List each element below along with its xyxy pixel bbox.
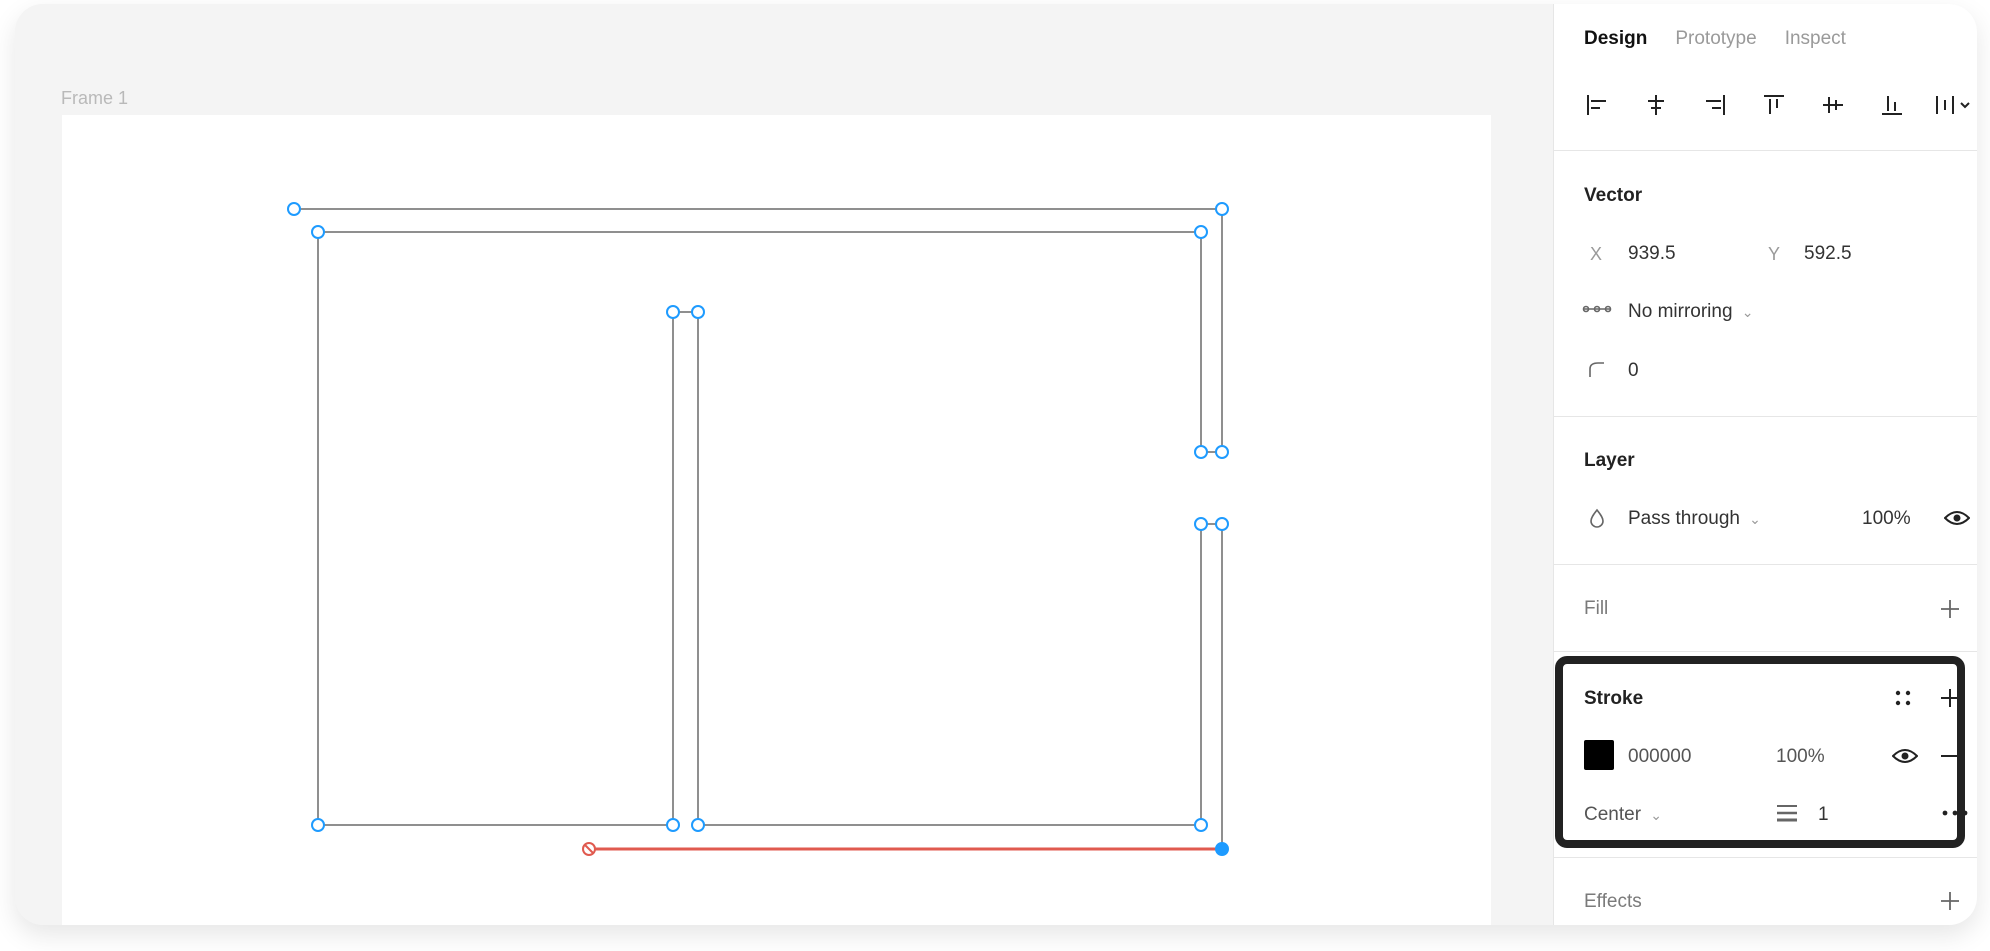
divider <box>1554 857 1977 858</box>
divider <box>1554 150 1977 151</box>
corner-radius-input[interactable]: 0 <box>1628 360 1639 382</box>
mirroring-icon <box>1582 294 1612 324</box>
alignment-toolbar <box>1580 88 1974 122</box>
vector-section-title: Vector <box>1584 185 1643 206</box>
add-effect-button[interactable] <box>1939 890 1961 912</box>
y-label: Y <box>1768 244 1781 264</box>
chevron-down-icon: ⌄ <box>1745 511 1761 527</box>
align-bottom-icon[interactable] <box>1875 88 1909 122</box>
vertex-handle[interactable] <box>287 202 301 216</box>
align-top-icon[interactable] <box>1757 88 1791 122</box>
vertex-handle[interactable] <box>666 305 680 319</box>
divider <box>1554 651 1977 652</box>
x-input[interactable]: 939.5 <box>1628 243 1676 265</box>
align-left-icon[interactable] <box>1580 88 1614 122</box>
tab-design[interactable]: Design <box>1584 28 1647 50</box>
align-horizontal-center-icon[interactable] <box>1639 88 1673 122</box>
chevron-down-icon: ⌄ <box>1737 304 1754 320</box>
vertex-handle[interactable] <box>691 818 705 832</box>
mirroring-value: No mirroring <box>1628 301 1733 322</box>
align-right-icon[interactable] <box>1698 88 1732 122</box>
canvas[interactable]: Frame 1 <box>15 4 1553 925</box>
visibility-eye-icon[interactable] <box>1942 505 1972 531</box>
vertex-handle[interactable] <box>1194 517 1208 531</box>
layer-opacity-input[interactable]: 100% <box>1862 508 1911 530</box>
vertex-handle[interactable] <box>666 818 680 832</box>
blend-mode-value: Pass through <box>1628 508 1740 529</box>
vertex-handle[interactable] <box>691 305 705 319</box>
blend-mode-dropdown[interactable]: Pass through ⌄ <box>1628 508 1761 530</box>
app-window: Frame 1 Design Prototype Inspect Vector … <box>15 4 1977 925</box>
vector-outer-top[interactable] <box>294 208 1223 452</box>
vector-path[interactable] <box>15 4 1553 925</box>
mirroring-dropdown[interactable]: No mirroring ⌄ <box>1628 301 1753 323</box>
stroke-visibility-eye-icon[interactable] <box>1890 743 1920 769</box>
blend-mode-icon <box>1586 507 1608 529</box>
vertex-handle[interactable] <box>1215 517 1229 531</box>
distribute-icon[interactable] <box>1934 88 1974 122</box>
divider <box>1554 564 1977 565</box>
selected-vertex-handle[interactable] <box>1215 842 1229 856</box>
x-label: X <box>1590 244 1603 264</box>
vertex-handle[interactable] <box>311 225 325 239</box>
vector-inner-shape[interactable] <box>317 231 1202 826</box>
properties-panel: Design Prototype Inspect Vector X 939.5 … <box>1553 4 1977 925</box>
layer-section-title: Layer <box>1584 450 1635 471</box>
stroke-color-input[interactable]: 000000 <box>1628 746 1691 768</box>
vertex-handle[interactable] <box>1194 818 1208 832</box>
stroke-weight-input[interactable]: 1 <box>1818 804 1829 826</box>
tab-prototype[interactable]: Prototype <box>1675 28 1756 50</box>
effects-section-title: Effects <box>1584 891 1642 912</box>
stroke-position-dropdown[interactable]: Center ⌄ <box>1584 804 1662 826</box>
vertex-handle[interactable] <box>1194 225 1208 239</box>
stroke-section-title: Stroke <box>1584 688 1644 709</box>
stroke-opacity-input[interactable]: 100% <box>1776 746 1825 768</box>
divider <box>1554 416 1977 417</box>
vector-inner-shape-right[interactable] <box>697 312 1202 826</box>
vertex-handle[interactable] <box>311 818 325 832</box>
add-fill-button[interactable] <box>1939 598 1961 620</box>
y-input[interactable]: 592.5 <box>1804 243 1852 265</box>
tab-inspect[interactable]: Inspect <box>1785 28 1846 50</box>
remove-stroke-button[interactable] <box>1939 745 1961 767</box>
corner-radius-icon <box>1584 357 1608 381</box>
more-options-icon[interactable] <box>1940 802 1970 824</box>
fill-section-title: Fill <box>1584 598 1609 619</box>
align-vertical-center-icon[interactable] <box>1816 88 1850 122</box>
vertex-handle[interactable] <box>1194 445 1208 459</box>
vertex-handle[interactable] <box>1215 445 1229 459</box>
style-grid-icon[interactable] <box>1890 685 1916 711</box>
stroke-weight-icon <box>1774 800 1800 826</box>
chevron-down-icon: ⌄ <box>1646 807 1662 823</box>
add-stroke-button[interactable] <box>1939 687 1961 709</box>
panel-tabs: Design Prototype Inspect <box>1584 28 1846 50</box>
stroke-color-swatch[interactable] <box>1584 740 1614 770</box>
stroke-position-value: Center <box>1584 804 1642 825</box>
vertex-handle[interactable] <box>1215 202 1229 216</box>
